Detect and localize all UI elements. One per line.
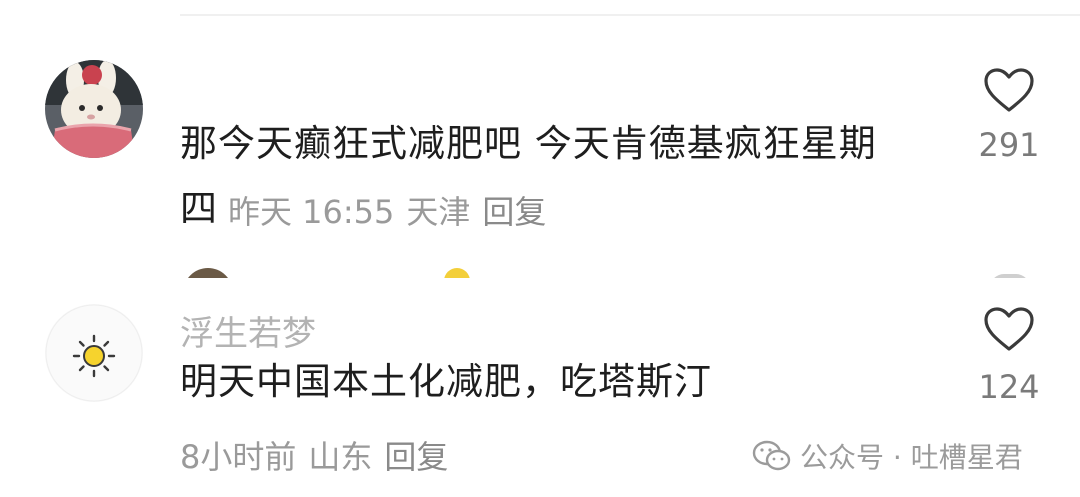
comment-text: 明天中国本土化减肥，吃塔斯汀 <box>180 360 712 403</box>
reply-button[interactable]: 回复 <box>384 438 448 476</box>
bunny-plush-icon <box>45 60 143 158</box>
wechat-icon <box>752 440 791 471</box>
comment-meta: 昨天 16:55 天津 回复 <box>228 187 558 233</box>
avatar <box>183 268 233 278</box>
like-count: 124 <box>978 368 1040 406</box>
reply-button[interactable]: 回复 <box>482 193 546 231</box>
comment-time: 昨天 16:55 <box>228 193 395 231</box>
username[interactable]: 浮生若梦 <box>180 306 316 355</box>
comment-text: 那今天癫狂式减肥吧 今天肯德基疯狂星期 <box>180 122 877 165</box>
watermark: 公众号 · 吐槽星君 <box>752 436 1023 476</box>
watermark-text: 公众号 · 吐槽星君 <box>800 441 1023 474</box>
sun-icon <box>45 304 143 402</box>
emoji-icon <box>444 268 470 278</box>
comment-time: 8小时前 <box>180 438 297 476</box>
comment-location: 天津 <box>406 193 471 231</box>
like-count: 291 <box>978 126 1040 164</box>
comment-meta: 8小时前 山东 回复 <box>180 432 460 478</box>
heart-icon[interactable] <box>983 306 1035 352</box>
comment-item: 那今天癫狂式减肥吧 今天肯德基疯狂星期 四 昨天 16:55 天津 回复 291 <box>0 0 1080 268</box>
partial-comment-row <box>0 258 1080 278</box>
avatar[interactable] <box>45 304 143 402</box>
comment-location: 山东 <box>308 438 373 476</box>
avatar[interactable] <box>45 60 143 158</box>
comment-text-continuation: 四 <box>180 187 217 230</box>
heart-icon <box>990 274 1030 278</box>
heart-icon[interactable] <box>983 67 1035 113</box>
